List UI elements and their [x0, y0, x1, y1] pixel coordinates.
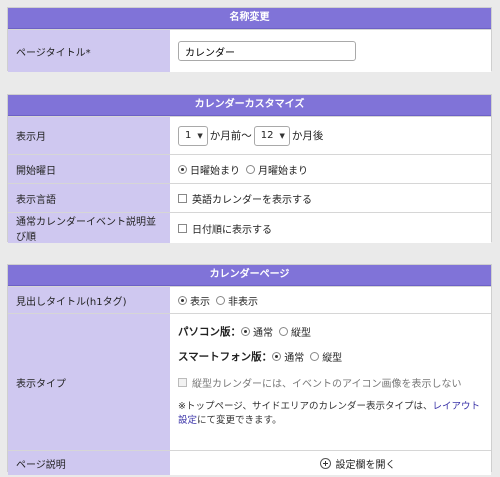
page-title-label: ページタイトル*	[8, 30, 170, 72]
vertical-hide-icon-checkbox[interactable]: 縦型カレンダーには、イベントのアイコン画像を表示しない	[178, 375, 462, 390]
radio-checked-icon	[178, 295, 187, 305]
radio-unchecked-icon	[310, 351, 320, 361]
month-after-select[interactable]: 12 ▼	[253, 125, 290, 146]
calendar-customize-header: カレンダーカスタマイズ	[8, 95, 491, 116]
radio-checked-icon	[272, 351, 282, 361]
checkbox-icon	[178, 377, 187, 387]
smartphone-version-label: スマートフォン版：	[178, 350, 273, 363]
month-after-suffix: か月後	[291, 130, 324, 142]
pc-normal-radio[interactable]: 通常	[241, 324, 273, 339]
calendar-customize-panel: カレンダーカスタマイズ 表示月 1 ▼ か月前〜 12 ▼ か月後 開始曜日 日…	[7, 94, 492, 243]
radio-checked-icon	[178, 164, 187, 174]
sp-normal-radio[interactable]: 通常	[272, 349, 304, 364]
language-label: 表示言語	[8, 184, 170, 212]
open-settings-button[interactable]: 設定欄を開く	[260, 456, 396, 471]
sunday-start-radio[interactable]: 日曜始まり	[178, 162, 240, 177]
name-change-header: 名称変更	[8, 8, 491, 29]
checkbox-icon	[178, 223, 187, 233]
checkbox-icon	[178, 193, 187, 203]
layout-note: ※トップページ、サイドエリアのカレンダー表示タイプは、レイアウト設定にて変更でき…	[178, 401, 481, 426]
chevron-down-icon: ▼	[197, 131, 203, 140]
month-before-select[interactable]: 1 ▼	[178, 125, 208, 146]
plus-circle-icon	[319, 457, 331, 469]
english-calendar-checkbox[interactable]: 英語カレンダーを表示する	[178, 191, 312, 206]
chevron-down-icon: ▼	[279, 131, 285, 140]
heading-title-label: 見出しタイトル(h1タグ)	[8, 287, 170, 313]
radio-unchecked-icon	[279, 326, 288, 336]
radio-checked-icon	[241, 326, 250, 336]
monday-start-radio[interactable]: 月曜始まり	[246, 162, 308, 177]
pc-vertical-radio[interactable]: 縦型	[279, 324, 311, 339]
calendar-page-header: カレンダーページ	[8, 265, 491, 286]
event-order-label: 通常カレンダーイベント説明並び順	[8, 213, 170, 243]
radio-unchecked-icon	[216, 295, 225, 305]
pc-version-label: パソコン版：	[178, 325, 241, 338]
heading-show-radio[interactable]: 表示	[178, 293, 210, 308]
page-description-label: ページ説明	[8, 451, 170, 475]
name-change-panel: 名称変更 ページタイトル*	[7, 7, 492, 72]
month-before-suffix: か月前〜	[209, 130, 252, 142]
heading-hide-radio[interactable]: 非表示	[216, 293, 258, 308]
calendar-page-panel: カレンダーページ 見出しタイトル(h1タグ) 表示 非表示 表示タイプ パソコン…	[7, 264, 492, 475]
start-day-label: 開始曜日	[8, 155, 170, 183]
page-title-input[interactable]	[178, 41, 356, 61]
display-month-label: 表示月	[8, 117, 170, 154]
radio-unchecked-icon	[246, 164, 255, 174]
date-order-checkbox[interactable]: 日付順に表示する	[178, 221, 272, 236]
display-type-label: 表示タイプ	[8, 314, 170, 450]
sp-vertical-radio[interactable]: 縦型	[310, 349, 342, 364]
